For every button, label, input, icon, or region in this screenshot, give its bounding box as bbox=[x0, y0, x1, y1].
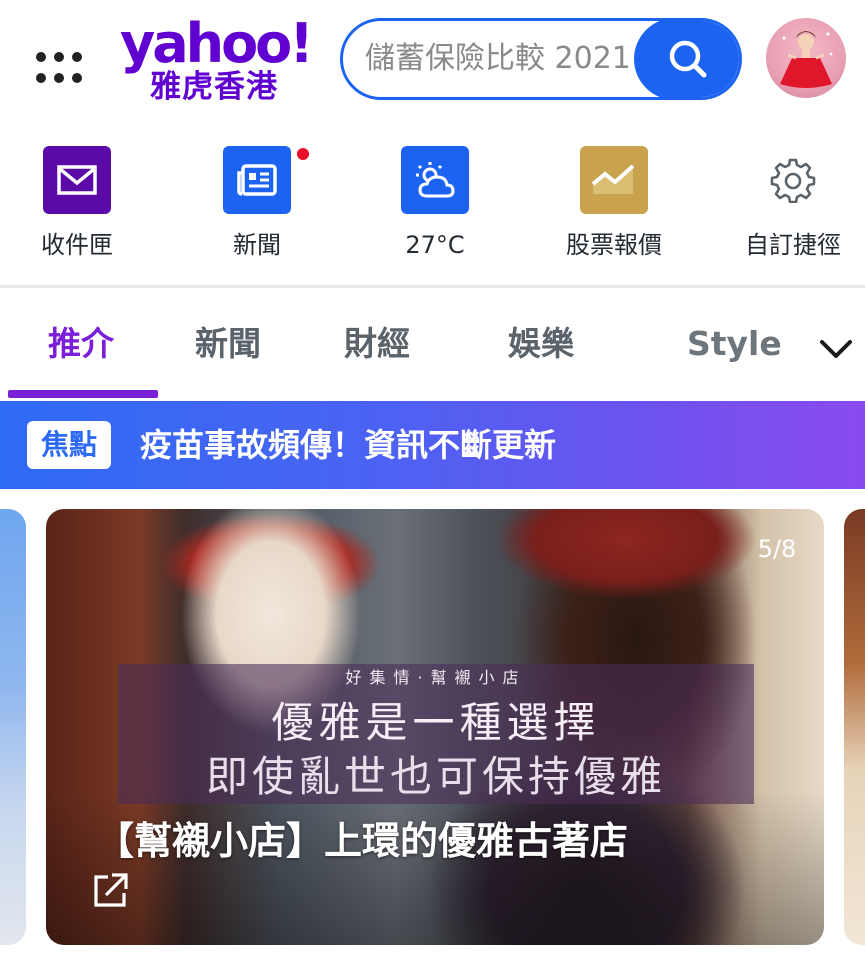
slide-counter: 5/8 bbox=[757, 535, 797, 563]
divider bbox=[0, 285, 865, 288]
quick-link-label: 新聞 bbox=[233, 231, 281, 259]
focus-badge: 焦點 bbox=[27, 421, 111, 469]
quick-link-customize[interactable]: 自訂捷徑 bbox=[718, 140, 865, 270]
overlay-kicker: 好集情·幫襯小店 bbox=[345, 668, 527, 687]
gear-icon bbox=[759, 146, 827, 214]
search-icon bbox=[669, 40, 707, 78]
image-caption-overlay: 好集情·幫襯小店 優雅是一種選擇 即使亂世也可保持優雅 bbox=[118, 664, 754, 804]
focus-banner[interactable]: 焦點 疫苗事故頻傳！資訊不斷更新 bbox=[0, 401, 865, 489]
menu-grid-icon[interactable] bbox=[36, 52, 88, 86]
overlay-line-1: 優雅是一種選擇 bbox=[271, 698, 601, 747]
quick-link-label: 27°C bbox=[405, 231, 465, 259]
header: yahoo! 雅虎香港 bbox=[0, 0, 865, 122]
quick-link-label: 自訂捷徑 bbox=[745, 231, 841, 259]
mail-icon bbox=[43, 146, 111, 214]
featured-story-card[interactable]: 5/8 好集情·幫襯小店 優雅是一種選擇 即使亂世也可保持優雅 【幫襯小店】上環… bbox=[46, 509, 824, 945]
quick-link-mail[interactable]: 收件匣 bbox=[2, 140, 152, 270]
search-bar bbox=[340, 18, 742, 100]
search-button[interactable] bbox=[634, 21, 739, 97]
chevron-down-icon[interactable] bbox=[816, 330, 856, 366]
logo-wordmark: yahoo! bbox=[120, 12, 314, 75]
search-input[interactable] bbox=[365, 21, 655, 97]
story-carousel: 5/8 好集情·幫襯小店 優雅是一種選擇 即使亂世也可保持優雅 【幫襯小店】上環… bbox=[0, 489, 865, 963]
tab-style[interactable]: Style bbox=[687, 322, 782, 366]
avatar-image bbox=[780, 31, 833, 88]
next-story-card[interactable] bbox=[844, 509, 865, 945]
quick-links: 收件匣 新聞 27°C 股票報價 自訂捷徑 bbox=[0, 140, 865, 280]
news-icon bbox=[223, 146, 291, 214]
tab-finance[interactable]: 財經 bbox=[344, 322, 410, 366]
stock-chart-icon bbox=[580, 146, 648, 214]
quick-link-label: 收件匣 bbox=[41, 231, 113, 259]
weather-icon bbox=[401, 146, 469, 214]
tab-news[interactable]: 新聞 bbox=[195, 322, 261, 366]
story-title: 【幫襯小店】上環的優雅古著店 bbox=[96, 819, 629, 863]
category-tabs: 推介 新聞 財經 娛樂 Style bbox=[0, 300, 865, 400]
quick-link-weather[interactable]: 27°C bbox=[360, 140, 510, 270]
card-gradient bbox=[46, 789, 824, 945]
active-tab-indicator bbox=[8, 390, 158, 398]
tab-entertainment[interactable]: 娛樂 bbox=[508, 322, 574, 366]
share-icon[interactable] bbox=[90, 871, 130, 911]
avatar[interactable] bbox=[766, 18, 846, 98]
focus-headline: 疫苗事故頻傳！資訊不斷更新 bbox=[140, 426, 557, 464]
previous-story-card[interactable] bbox=[0, 509, 26, 945]
overlay-line-2: 即使亂世也可保持優雅 bbox=[205, 752, 666, 801]
logo-subtitle: 雅虎香港 bbox=[150, 69, 278, 105]
quick-link-news[interactable]: 新聞 bbox=[182, 140, 332, 270]
quick-link-label: 股票報價 bbox=[566, 231, 662, 259]
tab-recommended[interactable]: 推介 bbox=[48, 322, 114, 366]
quick-link-stocks[interactable]: 股票報價 bbox=[539, 140, 689, 270]
news-notification-dot bbox=[297, 148, 309, 160]
yahoo-logo[interactable]: yahoo! 雅虎香港 bbox=[120, 14, 320, 106]
